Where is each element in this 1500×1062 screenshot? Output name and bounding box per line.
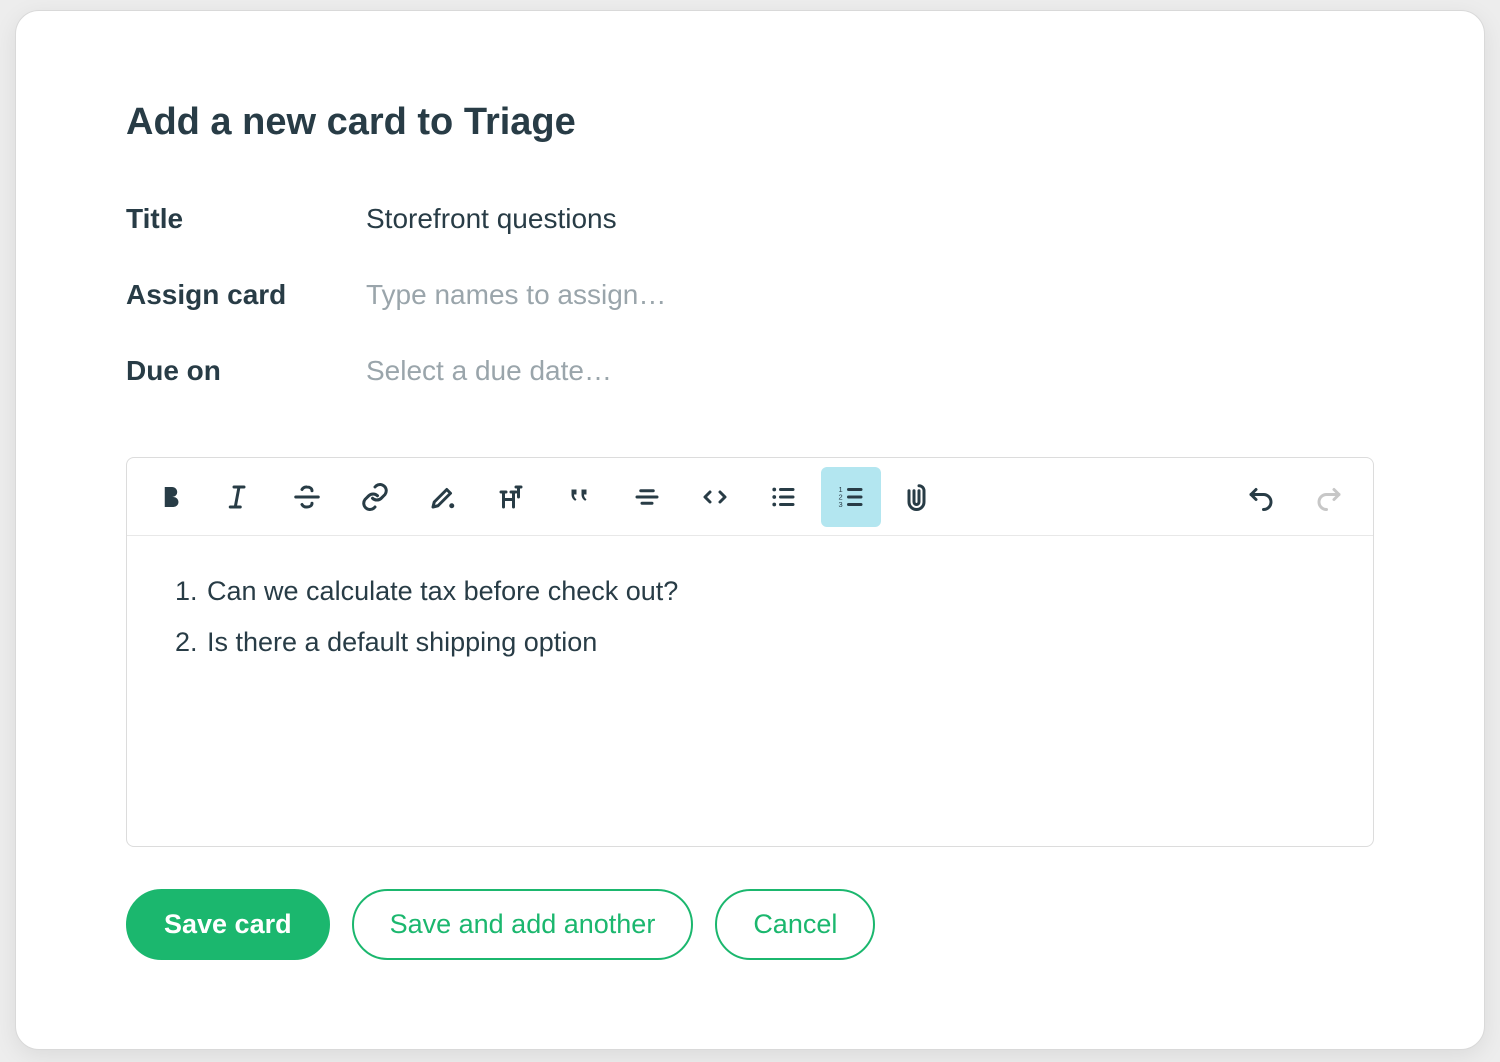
save-and-add-another-button[interactable]: Save and add another (352, 889, 694, 960)
due-label: Due on (126, 355, 366, 387)
heading-button[interactable] (481, 467, 541, 527)
assign-row: Assign card (126, 275, 1374, 315)
assign-input[interactable] (366, 275, 1374, 315)
svg-text:3: 3 (839, 500, 843, 509)
highlight-color-button[interactable] (413, 467, 473, 527)
modal-backdrop: Add a new card to Triage Title Assign ca… (0, 0, 1500, 1062)
italic-button[interactable] (209, 467, 269, 527)
assign-label: Assign card (126, 279, 366, 311)
description-editor: 123 Can we calculate tax before check ou… (126, 457, 1374, 847)
cancel-button[interactable]: Cancel (715, 889, 875, 960)
modal-title: Add a new card to Triage (126, 101, 1374, 144)
due-row: Due on (126, 351, 1374, 391)
bold-button[interactable] (141, 467, 201, 527)
bullet-list-button[interactable] (753, 467, 813, 527)
link-button[interactable] (345, 467, 405, 527)
numbered-list-button[interactable]: 123 (821, 467, 881, 527)
title-input[interactable] (366, 199, 1374, 239)
due-input[interactable] (366, 351, 1374, 391)
code-button[interactable] (685, 467, 745, 527)
add-card-modal: Add a new card to Triage Title Assign ca… (15, 10, 1485, 1050)
save-card-button[interactable]: Save card (126, 889, 330, 960)
description-list: Can we calculate tax before check out? I… (157, 566, 1343, 669)
editor-toolbar: 123 (127, 458, 1373, 536)
description-textarea[interactable]: Can we calculate tax before check out? I… (127, 536, 1373, 846)
redo-button[interactable] (1299, 467, 1359, 527)
undo-button[interactable] (1231, 467, 1291, 527)
attachment-button[interactable] (889, 467, 949, 527)
title-label: Title (126, 203, 366, 235)
strikethrough-button[interactable] (277, 467, 337, 527)
blockquote-button[interactable] (549, 467, 609, 527)
list-item: Is there a default shipping option (205, 617, 1343, 668)
title-row: Title (126, 199, 1374, 239)
align-button[interactable] (617, 467, 677, 527)
list-item: Can we calculate tax before check out? (205, 566, 1343, 617)
modal-actions: Save card Save and add another Cancel (126, 889, 1374, 960)
